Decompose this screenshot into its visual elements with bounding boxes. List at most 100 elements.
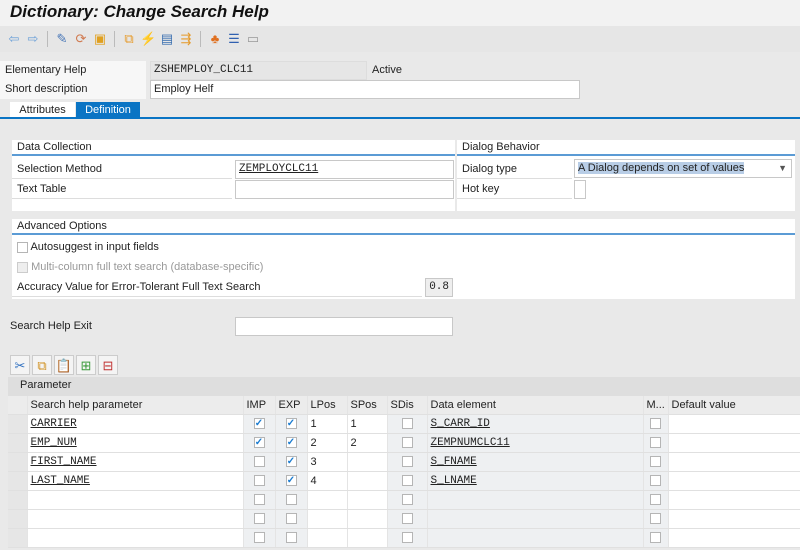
lpos-cell[interactable]	[307, 528, 348, 548]
spos-cell[interactable]	[347, 471, 388, 491]
default-value-cell[interactable]	[668, 433, 800, 453]
selection-method-input[interactable]: ZEMPLOYCLC11	[235, 160, 454, 179]
checkbox[interactable]	[17, 241, 28, 253]
where-used-icon[interactable]: ▤	[159, 31, 175, 47]
default-value-cell[interactable]	[668, 509, 800, 529]
lpos-cell[interactable]: 3	[307, 452, 348, 472]
back-icon[interactable]: ⇦	[6, 31, 22, 47]
exp-checkbox[interactable]: ✓	[285, 418, 297, 430]
default-value-cell[interactable]	[668, 452, 800, 472]
hierarchy-icon[interactable]: ♣	[207, 31, 223, 47]
imp-checkbox[interactable]	[253, 475, 265, 487]
sdis-checkbox[interactable]	[401, 456, 413, 468]
default-value-cell[interactable]	[668, 471, 800, 491]
parameter-cell[interactable]: CARRIER	[27, 414, 244, 434]
row-selector[interactable]	[8, 452, 28, 472]
row-selector[interactable]	[8, 509, 28, 529]
spos-cell[interactable]	[347, 490, 388, 510]
sdis-checkbox[interactable]	[401, 494, 413, 506]
column-header[interactable]: EXP	[275, 396, 308, 415]
default-value-cell[interactable]	[668, 528, 800, 548]
other-object-icon[interactable]: ▣	[92, 31, 108, 47]
insert-row-icon[interactable]: ⊞	[76, 355, 96, 375]
mod-checkbox[interactable]	[650, 532, 661, 544]
parameter-cell[interactable]: LAST_NAME	[27, 471, 244, 491]
mod-checkbox[interactable]	[650, 418, 661, 430]
imp-checkbox[interactable]	[253, 494, 265, 506]
sdis-checkbox[interactable]	[401, 437, 413, 449]
forward-icon[interactable]: ⇨	[25, 31, 41, 47]
row-selector[interactable]	[8, 414, 28, 434]
column-header[interactable]: IMP	[243, 396, 276, 415]
hot-key-input[interactable]	[574, 180, 586, 199]
imp-checkbox[interactable]	[253, 456, 265, 468]
data-element-cell[interactable]	[427, 509, 644, 529]
parameter-cell[interactable]	[27, 490, 244, 510]
spos-cell[interactable]	[347, 528, 388, 548]
paste-icon[interactable]: 📋	[54, 355, 74, 375]
sdis-checkbox[interactable]	[401, 532, 413, 544]
copy-icon[interactable]: ⧉	[32, 355, 52, 375]
data-element-cell[interactable]: S_LNAME	[427, 471, 644, 491]
dialog-type-select[interactable]: A Dialog depends on set of values ▼	[574, 159, 792, 178]
check-icon[interactable]: ⧉	[121, 31, 137, 47]
sdis-checkbox[interactable]	[401, 513, 413, 525]
lpos-cell[interactable]	[307, 509, 348, 529]
sdis-checkbox[interactable]	[401, 418, 413, 430]
parameter-cell[interactable]: EMP_NUM	[27, 433, 244, 453]
lpos-cell[interactable]: 2	[307, 433, 348, 453]
cut-icon[interactable]: ✂	[10, 355, 30, 375]
column-header[interactable]: SDis	[387, 396, 428, 415]
sdis-checkbox[interactable]	[401, 475, 413, 487]
tab-definition[interactable]: Definition	[76, 102, 140, 118]
parameter-cell[interactable]	[27, 528, 244, 548]
text-table-input[interactable]	[235, 180, 454, 199]
imp-checkbox[interactable]	[253, 513, 265, 525]
exp-checkbox[interactable]	[285, 494, 297, 506]
delete-row-icon[interactable]: ⊟	[98, 355, 118, 375]
exp-checkbox[interactable]	[285, 532, 297, 544]
lpos-cell[interactable]: 1	[307, 414, 348, 434]
row-selector[interactable]	[8, 528, 28, 548]
column-header[interactable]: SPos	[347, 396, 388, 415]
navigation-stack-icon[interactable]: ☰	[226, 31, 242, 47]
default-value-cell[interactable]	[668, 414, 800, 434]
spos-cell[interactable]: 1	[347, 414, 388, 434]
mod-checkbox[interactable]	[650, 494, 661, 506]
column-header[interactable]: Data element	[427, 396, 644, 415]
row-selector[interactable]	[8, 433, 28, 453]
test-icon[interactable]: ⇶	[178, 31, 194, 47]
activate-icon[interactable]: ⚡	[140, 31, 156, 47]
column-header[interactable]: Default value	[668, 396, 800, 415]
data-element-cell[interactable]	[427, 490, 644, 510]
mod-checkbox[interactable]	[650, 475, 661, 487]
spos-cell[interactable]	[347, 452, 388, 472]
tab-attributes[interactable]: Attributes	[10, 102, 75, 118]
exp-checkbox[interactable]	[285, 513, 297, 525]
layout-icon[interactable]: ▭	[245, 31, 261, 47]
row-selector[interactable]	[8, 471, 28, 491]
data-element-cell[interactable]: S_CARR_ID	[427, 414, 644, 434]
column-header[interactable]: LPos	[307, 396, 348, 415]
spos-cell[interactable]	[347, 509, 388, 529]
search-help-exit-input[interactable]	[235, 317, 453, 336]
mod-checkbox[interactable]	[650, 456, 661, 468]
imp-checkbox[interactable]: ✓	[253, 418, 265, 430]
imp-checkbox[interactable]	[253, 532, 265, 544]
default-value-cell[interactable]	[668, 490, 800, 510]
autosuggest-checkbox[interactable]: Autosuggest in input fields	[17, 240, 159, 254]
lpos-cell[interactable]: 4	[307, 471, 348, 491]
mod-checkbox[interactable]	[650, 513, 661, 525]
active-inactive-icon[interactable]: ⟳	[73, 31, 89, 47]
spos-cell[interactable]: 2	[347, 433, 388, 453]
lpos-cell[interactable]	[307, 490, 348, 510]
exp-checkbox[interactable]: ✓	[285, 456, 297, 468]
mod-checkbox[interactable]	[650, 437, 661, 449]
parameter-cell[interactable]	[27, 509, 244, 529]
exp-checkbox[interactable]: ✓	[285, 475, 297, 487]
row-selector[interactable]	[8, 490, 28, 510]
data-element-cell[interactable]	[427, 528, 644, 548]
data-element-cell[interactable]: S_FNAME	[427, 452, 644, 472]
display-change-icon[interactable]: ✎	[54, 31, 70, 47]
column-header[interactable]: M...	[643, 396, 669, 415]
